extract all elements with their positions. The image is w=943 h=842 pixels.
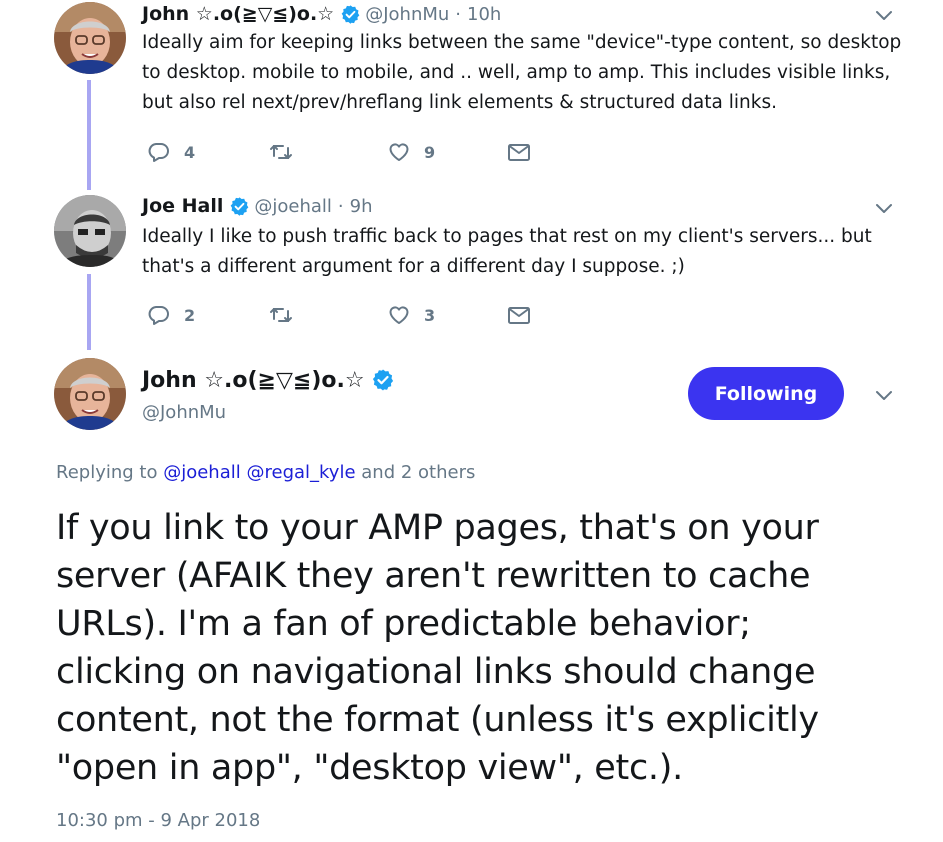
tweet1-text: Ideally aim for keeping links between th… [142,28,912,118]
main-text-line: clicking on navigational links should ch… [56,652,816,692]
main-tweet-text: If you link to your AMP pages, that's on… [56,504,926,792]
replying-prefix: Replying to [56,462,158,483]
tweet2-separator: · [337,195,344,217]
tweet2-text: Ideally I like to push traffic back to p… [142,222,912,282]
tweet1-header: John ☆.o(≧▽≦)o.☆ @JohnMu · 10h [142,0,501,28]
tweet2-time[interactable]: 9h [350,196,373,217]
chevron-down-icon[interactable] [873,197,895,219]
tweet1-like-button[interactable]: 9 [386,139,435,165]
tweet1-retweet-button[interactable] [268,139,294,165]
main-text-line: URLs). I'm a fan of predictable behavior… [56,604,751,644]
retweet-icon [270,145,292,159]
tweet2-header: Joe Hall @joehall · 9h [142,192,373,220]
avatar-johnmu-main[interactable] [54,358,126,430]
main-text-line: If you link to your AMP pages, that's on… [56,508,819,548]
envelope-icon [508,144,530,161]
heart-icon [389,143,409,161]
avatar-joehall[interactable] [54,195,126,267]
tweet1-text-line: but also rel next/prev/hreflang link ele… [142,92,777,113]
tweet2-dm-button[interactable] [506,302,532,328]
tweet1-text-line: to desktop. mobile to mobile, and .. wel… [142,62,891,83]
following-button[interactable]: Following [688,367,844,420]
tweet1-reply-button[interactable]: 4 [146,139,195,165]
verified-badge-icon [230,195,250,217]
avatar-johnmu[interactable] [54,2,126,74]
reply-mention-link[interactable]: @joehall [163,462,241,483]
tweet1-dm-button[interactable] [506,139,532,165]
tweet1-like-count: 9 [424,142,436,162]
tweet2-like-button[interactable]: 3 [386,302,435,328]
tweet2-author-name[interactable]: Joe Hall [142,195,223,217]
main-text-line: server (AFAIK they aren't rewritten to c… [56,556,811,596]
reply-icon [148,143,169,162]
verified-badge-icon [371,368,394,392]
thread-line-1 [87,80,91,190]
main-timestamp[interactable]: 10:30 pm - 9 Apr 2018 [56,810,260,831]
chevron-down-icon[interactable] [873,4,895,26]
tweet1-separator: · [455,3,462,25]
main-author-row: John ☆.o(≧▽≦)o.☆ [142,364,399,396]
tweet1-author-name[interactable]: John ☆.o(≧▽≦)o.☆ [142,3,334,25]
thread-line-2 [87,274,91,350]
reply-mention-link[interactable]: @regal_kyle [246,462,355,483]
tweet2-like-count: 3 [424,305,436,325]
tweet2-reply-count: 2 [184,305,196,325]
tweet1-text-line: Ideally aim for keeping links between th… [142,32,902,53]
main-author-name[interactable]: John ☆.o(≧▽≦)o.☆ [142,368,365,393]
retweet-icon [270,308,292,322]
replying-to: Replying to @joehall @regal_kyle and 2 o… [56,462,475,483]
tweet2-author-handle[interactable]: @joehall [254,196,332,217]
tweet2-retweet-button[interactable] [268,302,294,328]
verified-badge-icon [340,3,361,25]
reply-icon [148,306,169,325]
tweet1-time[interactable]: 10h [467,4,501,25]
tweet2-text-line: that's a different argument for a differ… [142,256,685,277]
tweet1-author-handle[interactable]: @JohnMu [365,4,449,25]
tweet2-reply-button[interactable]: 2 [146,302,195,328]
envelope-icon [508,307,530,324]
heart-icon [389,306,409,324]
main-author-handle[interactable]: @JohnMu [142,402,226,423]
tweet2-text-line: Ideally I like to push traffic back to p… [142,226,872,247]
tweet1-reply-count: 4 [184,142,196,162]
chevron-down-icon[interactable] [873,384,895,406]
main-text-line: "open in app", "desktop view", etc.). [56,748,683,788]
main-text-line: content, not the format (unless it's exp… [56,700,819,740]
replying-others-link[interactable]: and 2 others [361,462,475,483]
